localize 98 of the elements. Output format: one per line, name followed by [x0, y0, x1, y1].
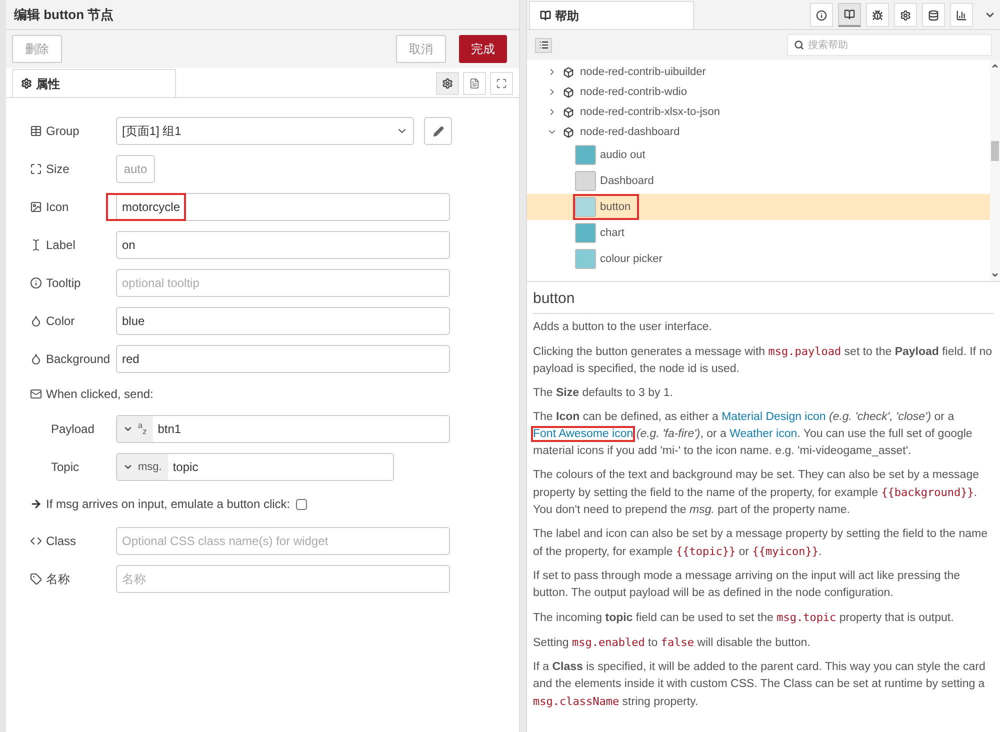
text-field[interactable]: Optional CSS class name(s) for widget — [116, 527, 450, 555]
caret-icon — [123, 424, 133, 434]
package-row[interactable]: node-red-dashboard — [527, 122, 990, 142]
settings-icon — [442, 78, 453, 89]
field-label: Background — [46, 351, 110, 368]
box-icon — [563, 86, 574, 98]
field-label: Label — [46, 237, 76, 254]
text-field[interactable]: 名称 — [116, 565, 450, 593]
field-value: topic — [172, 459, 200, 476]
sidebar-tab-button[interactable] — [838, 3, 861, 27]
field-label: Color — [46, 313, 75, 330]
field-label: Topic — [51, 460, 80, 474]
field-label: Class — [46, 533, 76, 550]
box-icon — [563, 126, 574, 138]
help-tab[interactable]: 帮助 — [529, 1, 694, 29]
help-paragraph: The Size defaults to 3 by 1. — [533, 386, 674, 400]
settings-icon — [900, 10, 911, 20]
edit-button[interactable] — [424, 117, 452, 145]
typed-input-field[interactable]: msg. topic — [116, 453, 394, 481]
table-icon — [30, 125, 42, 137]
node-row[interactable]: Dashboard — [527, 168, 990, 194]
node-row[interactable]: audio out — [527, 142, 990, 168]
scroll-thumb[interactable] — [991, 140, 999, 160]
code-icon — [30, 535, 42, 547]
droplet-icon — [30, 353, 42, 365]
chart-icon — [956, 10, 967, 20]
description-button[interactable] — [463, 72, 486, 95]
help-paragraph: If set to pass through mode a message arriving on the input will act like pressing the button. The output payload will be as defined in the node configuration. — [533, 568, 962, 600]
type-label: msg. — [138, 460, 162, 475]
text-field[interactable]: motorcycle — [116, 193, 450, 221]
arrow-icon — [30, 498, 42, 510]
help-link[interactable]: Material Design icon — [722, 410, 826, 422]
database-icon — [928, 10, 939, 20]
help-paragraph: Setting msg.enabled to false will disable the button. — [533, 634, 812, 650]
document-icon — [469, 78, 480, 89]
box-icon — [563, 66, 574, 78]
help-paragraph: The incoming topic field can be used to set the msg.topic property that is output. — [533, 610, 955, 626]
sidebar-tab-button[interactable] — [810, 3, 833, 27]
droplet-icon — [30, 315, 42, 327]
bug-icon — [872, 10, 883, 20]
checkbox[interactable] — [296, 498, 308, 510]
node-row[interactable]: button — [527, 194, 990, 220]
text-field[interactable]: red — [116, 345, 450, 373]
checkbox-label: If msg arrives on input, emulate a button click: — [46, 496, 290, 513]
text-cursor-icon — [30, 239, 42, 251]
package-row[interactable]: node-red-contrib-wdio — [527, 82, 990, 102]
section-label: When clicked, send: — [46, 386, 154, 403]
field-label: 名称 — [46, 571, 70, 588]
field-label: Tooltip — [46, 275, 81, 292]
help-paragraph: If a Class is specified, it will be added to the parent card. This way you can style the card and the elements inside it with custom CSS. The Class can be set at runtime by setting a msg.className string property. — [533, 660, 986, 710]
help-paragraph: The label and icon can also be set by a message property by setting the field to the name of the property, for example {{topic}} or {{myicon}}. — [533, 526, 989, 560]
search-icon — [794, 40, 804, 50]
list-button[interactable] — [535, 38, 552, 52]
resize-icon — [30, 163, 42, 175]
book-icon — [540, 10, 551, 21]
field-label: Payload — [51, 422, 94, 436]
field-label: Size — [46, 161, 70, 178]
field-label: Icon — [46, 199, 69, 216]
field-label: Group — [46, 123, 80, 140]
help-link[interactable]: Weather icon — [730, 428, 798, 440]
tag-icon — [30, 573, 42, 585]
group-select[interactable]: [页面1] 组1 — [116, 117, 414, 145]
image-icon — [30, 201, 42, 213]
settings-icon — [21, 78, 32, 89]
help-link[interactable]: Font Awesome icon — [533, 428, 634, 440]
properties-tab[interactable]: 属性 — [12, 69, 176, 97]
appearance-button[interactable] — [490, 72, 513, 95]
envelope-icon — [30, 388, 42, 400]
caret-icon — [123, 462, 133, 472]
scroll-down-icon[interactable] — [991, 271, 999, 279]
sidebar-tab-button[interactable] — [922, 3, 945, 27]
dialog-title: 编辑 button 节点 — [14, 6, 114, 24]
sidebar-tab-button[interactable] — [866, 3, 889, 27]
done-button[interactable]: 完成 — [459, 35, 507, 63]
text-field[interactable]: blue — [116, 307, 450, 335]
text-field[interactable]: on — [116, 231, 450, 259]
text-field[interactable]: optional tooltip — [116, 269, 450, 297]
help-paragraph: The colours of the text and background may be set. They can also be set by a message property by setting the field to the name of the property, for example {{background}}. You don't need to prepend the msg. part of the property name. — [533, 468, 980, 518]
pencil-icon — [432, 126, 444, 136]
box-icon — [563, 106, 574, 118]
scrollbar[interactable] — [990, 60, 1000, 281]
scroll-up-icon[interactable] — [991, 62, 999, 70]
sidebar-tab-button[interactable] — [894, 3, 917, 27]
settings-button[interactable] — [436, 72, 459, 95]
help-paragraph: Adds a button to the user interface. — [533, 320, 714, 334]
node-row[interactable]: chart — [527, 220, 990, 246]
info-icon — [816, 10, 827, 20]
resize-icon — [496, 78, 507, 89]
sidebar-tab-button[interactable] — [950, 3, 973, 27]
package-row[interactable]: node-red-contrib-xlsx-to-json — [527, 102, 990, 122]
field-value: btn1 — [156, 421, 182, 438]
node-row[interactable]: colour picker — [527, 246, 990, 272]
info-icon — [30, 277, 42, 289]
help-paragraph: Clicking the button generates a message with msg.payload set to the Payload field. If no payload is specified, the node id is used. — [533, 344, 993, 376]
package-row[interactable]: node-red-contrib-uibuilder — [527, 62, 990, 82]
help-paragraph: The Icon can be defined, as either a Material Design icon (e.g. 'check', 'close') or a Font Awesome icon (e.g. 'fa-fire'), or a Weather icon. You can use the full set of google material icons if you add 'mi-' to the icon name. e.g. 'mi-videogame_asset'. — [533, 410, 974, 458]
book-icon — [844, 9, 855, 20]
help-heading: button — [533, 288, 994, 314]
